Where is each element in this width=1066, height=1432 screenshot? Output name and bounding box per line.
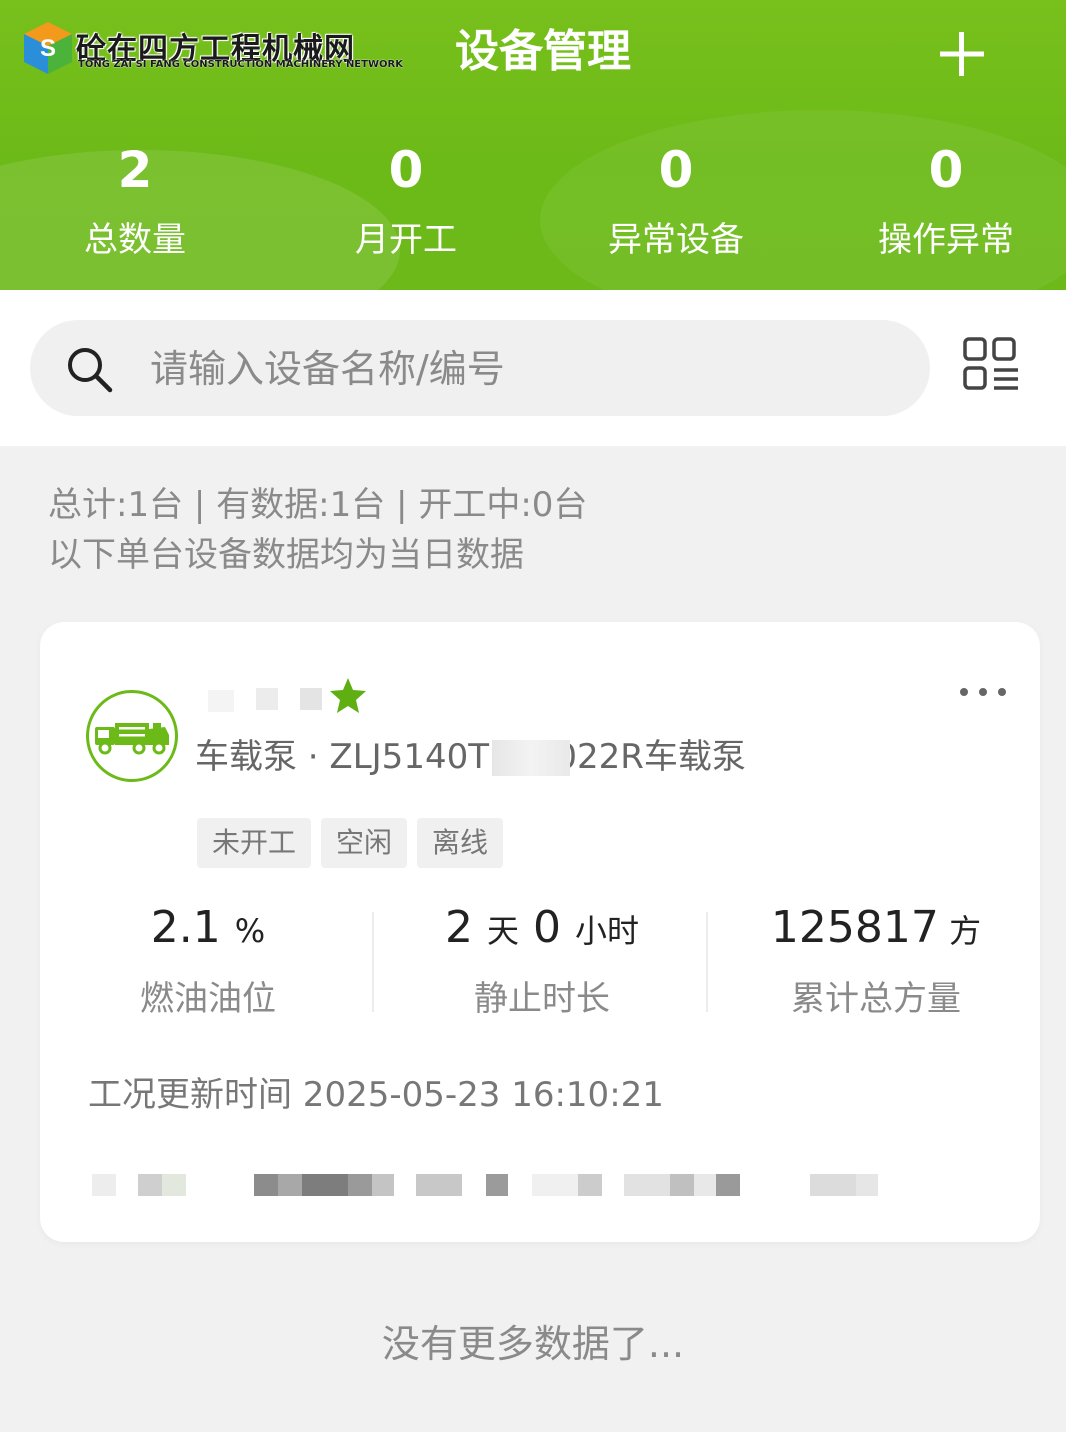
summary-info: 总计:1台 | 有数据:1台 | 开工中:0台 以下单台设备数据均为当日数据 [48, 480, 587, 580]
metric-idle-duration: 2 天 0 小时 静止时长 [392, 898, 692, 1021]
watermark-logo: S 砼在四方工程机械网 TONG ZAI SI FANG CONSTRUCTIO… [18, 18, 403, 78]
stat-label: 总数量 [84, 220, 186, 260]
device-type-model: 车载泵 · ZLJ5140T -10022R车载泵 [195, 737, 746, 777]
metric-divider [372, 912, 374, 1012]
stat-label: 月开工 [355, 220, 457, 260]
stat-total[interactable]: 2 总数量 [35, 138, 235, 262]
device-avatar [86, 690, 178, 782]
idle-hours-value: 0 [519, 902, 575, 953]
model-number-blurred [492, 740, 570, 776]
stat-abnormal-devices[interactable]: 0 异常设备 [576, 138, 776, 262]
status-tag: 离线 [417, 818, 504, 868]
grid-list-icon [963, 337, 1018, 390]
metric-fuel-level: 2.1 % 燃油油位 [58, 898, 358, 1021]
stat-value: 0 [388, 141, 424, 199]
idle-hours-unit: 小时 [574, 912, 639, 950]
stat-label: 异常设备 [608, 220, 744, 260]
stat-operation-abnormal[interactable]: 0 操作异常 [846, 138, 1046, 262]
status-tag: 未开工 [197, 818, 312, 868]
stat-monthly-working[interactable]: 0 月开工 [306, 138, 506, 262]
stat-value: 0 [928, 141, 964, 199]
plus-icon [940, 32, 984, 76]
idle-days-value: 2 [445, 902, 487, 953]
fuel-unit: % [234, 912, 266, 950]
add-device-button[interactable] [930, 22, 994, 86]
volume-unit: 方 [938, 912, 982, 950]
watermark-name-en: TONG ZAI SI FANG CONSTRUCTION MACHINERY … [78, 59, 403, 70]
update-time: 工况更新时间 2025-05-23 16:10:21 [88, 1075, 664, 1115]
status-tags: 未开工 空闲 离线 [197, 818, 504, 868]
pump-truck-icon [95, 723, 169, 755]
svg-text:S: S [40, 35, 56, 62]
view-toggle-button[interactable] [962, 336, 1020, 394]
page-title: 设备管理 [455, 26, 631, 77]
summary-note: 以下单台设备数据均为当日数据 [48, 535, 524, 575]
device-card[interactable]: 车载泵 · ZLJ5140T -10022R车载泵 未开工 空闲 离线 2.1 … [40, 622, 1040, 1242]
stat-value: 0 [658, 141, 694, 199]
search-input[interactable] [148, 338, 892, 400]
metric-value: 2 天 0 小时 [392, 898, 692, 961]
more-dots-icon [960, 688, 1006, 696]
header-bar: S 砼在四方工程机械网 TONG ZAI SI FANG CONSTRUCTIO… [0, 0, 1066, 290]
metric-total-volume: 125817 方 累计总方量 [726, 898, 1026, 1021]
no-more-data: 没有更多数据了... [381, 1322, 685, 1366]
watermark-cube-icon: S [24, 22, 72, 74]
metric-value: 125817 方 [726, 898, 1026, 961]
idle-days-unit: 天 [486, 912, 519, 950]
location-blurred [90, 1174, 890, 1196]
metric-label: 静止时长 [474, 979, 610, 1019]
fuel-value: 2.1 [150, 902, 221, 953]
search-bar[interactable] [30, 320, 930, 416]
star-icon[interactable] [328, 676, 368, 716]
search-area [0, 290, 1066, 446]
status-tag: 空闲 [321, 818, 408, 868]
metric-label: 燃油油位 [140, 979, 276, 1019]
stat-label: 操作异常 [878, 220, 1014, 260]
summary-counts: 总计:1台 | 有数据:1台 | 开工中:0台 [48, 485, 588, 525]
search-icon [68, 348, 113, 393]
volume-value: 125817 [770, 902, 939, 953]
metric-divider [706, 912, 708, 1012]
stat-value: 2 [117, 141, 153, 199]
metric-value: 2.1 % [58, 898, 358, 961]
metric-label: 累计总方量 [791, 979, 961, 1019]
more-options-button[interactable] [955, 678, 1011, 706]
